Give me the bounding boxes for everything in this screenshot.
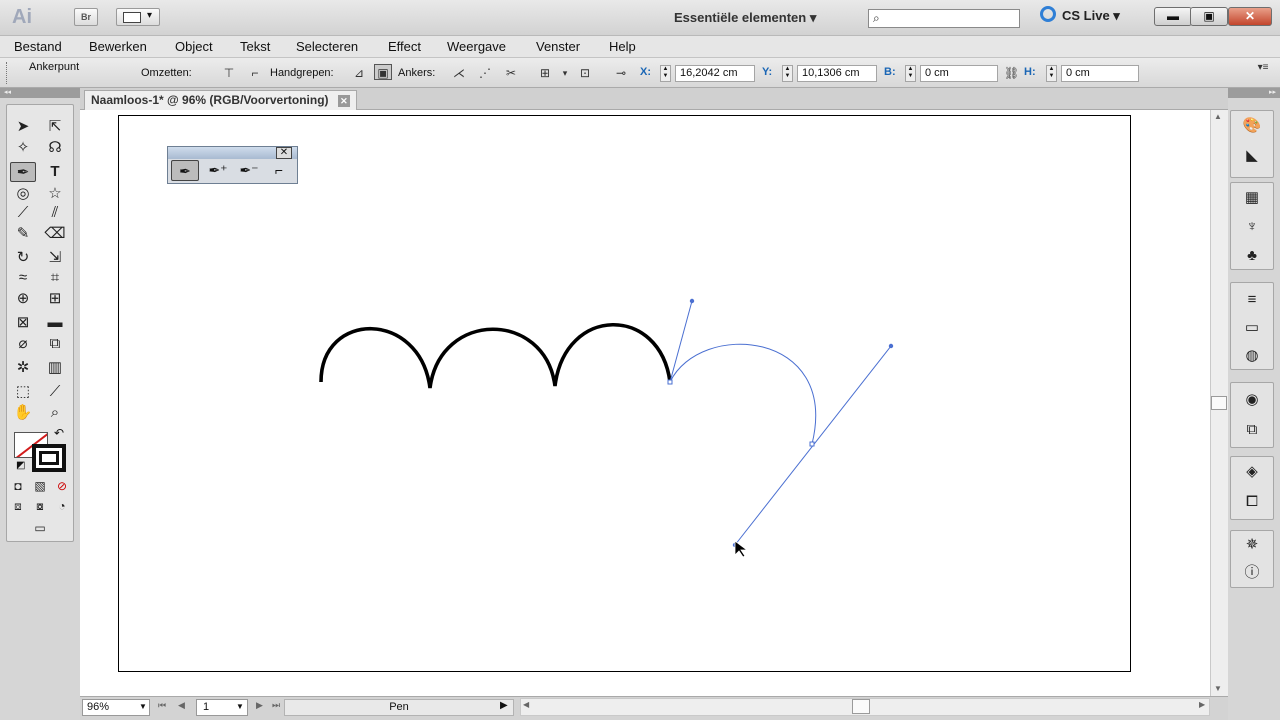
chevron-down-icon[interactable]: ▼ — [139, 702, 147, 711]
scroll-left-icon[interactable]: ◀ — [523, 700, 529, 709]
info-panel-icon[interactable]: ⓘ — [1240, 563, 1264, 583]
chevron-right-icon[interactable]: ▶ — [500, 700, 508, 711]
close-icon[interactable]: ✕ — [276, 147, 292, 159]
symbols-panel-icon[interactable]: ♣ — [1240, 246, 1264, 266]
scroll-right-icon[interactable]: ▶ — [1199, 700, 1205, 709]
previous-artboard-icon[interactable]: ◀ — [178, 700, 185, 711]
first-artboard-icon[interactable]: ⏮ — [158, 700, 166, 711]
delete-anchor-point-tool-icon[interactable]: ✒⁻ — [235, 160, 263, 181]
brushes-panel-icon[interactable]: ♆ — [1240, 217, 1264, 237]
pen-tool-icon[interactable]: ✒ — [171, 160, 199, 181]
direction-point[interactable] — [888, 343, 894, 349]
appearance-panel-icon[interactable]: ◉ — [1240, 390, 1264, 410]
mouse-cursor-icon — [734, 540, 749, 558]
anchor-point[interactable] — [667, 379, 673, 385]
add-anchor-point-tool-icon[interactable]: ✒⁺ — [204, 160, 232, 181]
layers-panel-icon[interactable]: ◈ — [1240, 462, 1264, 482]
anchor-point-selected[interactable] — [809, 441, 815, 447]
horizontal-scroll-thumb[interactable] — [852, 699, 870, 714]
scroll-up-icon[interactable]: ▲ — [1214, 112, 1222, 121]
artboards-panel-icon[interactable]: ⧠ — [1240, 492, 1264, 512]
status-current-tool[interactable]: Pen — [284, 699, 514, 716]
stroke-panel-icon[interactable]: ≡ — [1240, 290, 1264, 310]
direction-line-top — [669, 300, 693, 383]
gradient-panel-icon[interactable]: ▭ — [1240, 318, 1264, 338]
selected-path-segment[interactable] — [669, 343, 817, 445]
panel-dock-header[interactable]: ▸▸ — [1228, 88, 1280, 98]
direction-point[interactable] — [689, 298, 695, 304]
status-tool-label: Pen — [389, 701, 409, 713]
black-arches-path[interactable] — [319, 322, 672, 389]
last-artboard-icon[interactable]: ⏭ — [272, 700, 280, 711]
graphic-styles-panel-icon[interactable]: ⧉ — [1240, 420, 1264, 440]
color-guide-icon[interactable]: ◣ — [1240, 146, 1264, 166]
transparency-panel-icon[interactable]: ◍ — [1240, 346, 1264, 366]
color-panel-icon[interactable]: 🎨 — [1240, 116, 1264, 136]
chevron-down-icon[interactable]: ▼ — [236, 702, 244, 711]
next-artboard-icon[interactable]: ▶ — [256, 700, 263, 711]
navigator-panel-icon[interactable]: ✵ — [1240, 535, 1264, 555]
artwork-layer — [319, 298, 894, 558]
swatches-panel-icon[interactable]: ▦ — [1240, 188, 1264, 208]
scroll-down-icon[interactable]: ▼ — [1214, 684, 1222, 693]
vertical-scroll-thumb[interactable] — [1211, 396, 1227, 410]
convert-anchor-point-tool-icon[interactable]: ⌐ — [265, 160, 293, 181]
